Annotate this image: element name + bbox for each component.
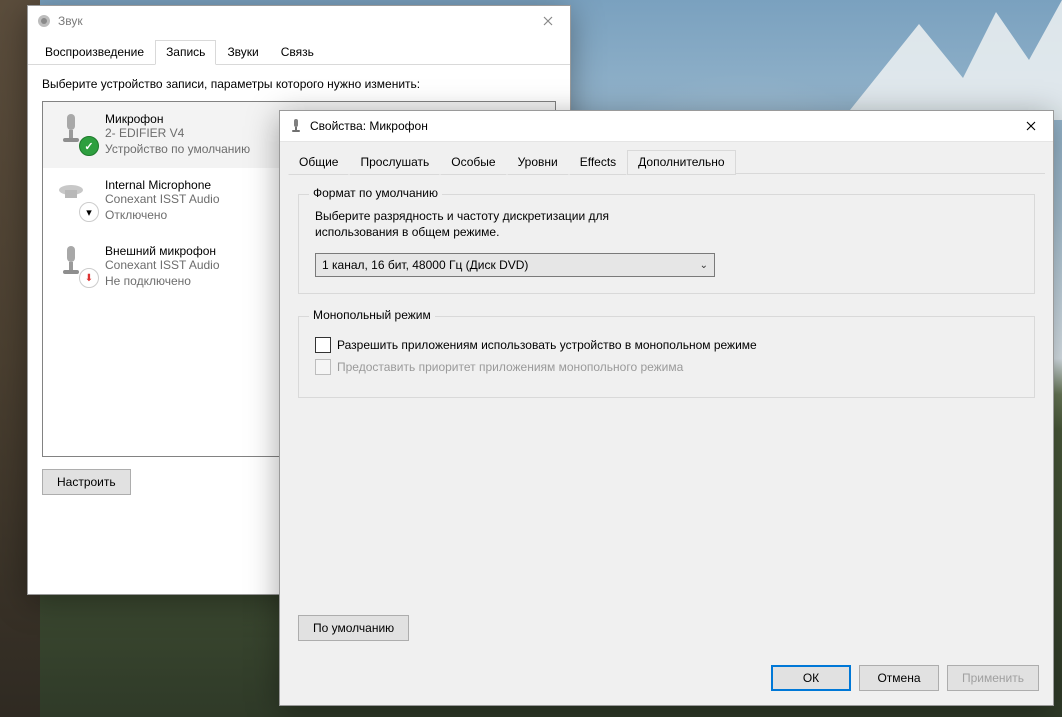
- format-desc: Выберите разрядность и частоту дискретиз…: [315, 209, 1018, 223]
- down-arrow-icon: [79, 202, 99, 222]
- tab-effects[interactable]: Effects: [569, 150, 627, 175]
- speaker-icon: [36, 13, 52, 29]
- device-status: Не подключено: [105, 274, 220, 290]
- tab-playback[interactable]: Воспроизведение: [34, 40, 155, 65]
- tab-listen[interactable]: Прослушать: [349, 150, 440, 175]
- tab-levels[interactable]: Уровни: [507, 150, 569, 175]
- unplugged-icon: [79, 268, 99, 288]
- close-icon[interactable]: [1008, 112, 1053, 141]
- checkbox-row-allow-exclusive[interactable]: Разрешить приложениям использовать устро…: [315, 337, 1018, 353]
- chevron-down-icon: ⌄: [700, 260, 708, 271]
- microphone-icon: [55, 112, 97, 154]
- properties-titlebar[interactable]: Свойства: Микрофон: [280, 111, 1053, 142]
- microphone-icon: [55, 244, 97, 286]
- checkbox-icon: [315, 359, 331, 375]
- ok-button[interactable]: ОК: [771, 665, 851, 691]
- tab-recording[interactable]: Запись: [155, 40, 216, 65]
- restore-defaults-button[interactable]: По умолчанию: [298, 615, 409, 641]
- group-title: Формат по умолчанию: [309, 186, 442, 200]
- device-status: Устройство по умолчанию: [105, 142, 250, 158]
- microphone-icon: [55, 178, 97, 220]
- device-driver: 2- EDIFIER V4: [105, 126, 250, 142]
- dialog-button-row: ОК Отмена Применить: [771, 665, 1039, 691]
- device-name: Internal Microphone: [105, 178, 220, 192]
- device-name: Внешний микрофон: [105, 244, 220, 258]
- format-selected-value: 1 канал, 16 бит, 48000 Гц (Диск DVD): [322, 258, 528, 272]
- format-desc: использования в общем режиме.: [315, 225, 1018, 239]
- device-status: Отключено: [105, 208, 220, 224]
- close-icon[interactable]: [525, 7, 570, 36]
- group-exclusive-mode: Монопольный режим Разрешить приложениям …: [298, 316, 1035, 398]
- checkbox-row-exclusive-priority: Предоставить приоритет приложениям моноп…: [315, 359, 1018, 375]
- tab-communications[interactable]: Связь: [270, 40, 325, 65]
- sound-titlebar[interactable]: Звук: [28, 6, 570, 36]
- tab-advanced[interactable]: Дополнительно: [627, 150, 735, 175]
- format-select[interactable]: 1 канал, 16 бит, 48000 Гц (Диск DVD) ⌄: [315, 253, 715, 277]
- checkbox-label: Разрешить приложениям использовать устро…: [337, 338, 757, 352]
- sound-tabstrip: Воспроизведение Запись Звуки Связь: [28, 36, 570, 65]
- device-driver: Conexant ISST Audio: [105, 192, 220, 208]
- tab-sounds[interactable]: Звуки: [216, 40, 269, 65]
- group-title: Монопольный режим: [309, 308, 435, 322]
- device-name: Микрофон: [105, 112, 250, 126]
- checkbox-label: Предоставить приоритет приложениям моноп…: [337, 360, 683, 374]
- apply-button[interactable]: Применить: [947, 665, 1039, 691]
- properties-window-title: Свойства: Микрофон: [310, 119, 428, 133]
- cancel-button[interactable]: Отмена: [859, 665, 939, 691]
- check-icon: [79, 136, 99, 156]
- sound-window-title: Звук: [58, 14, 83, 28]
- microphone-icon: [288, 118, 304, 134]
- properties-tabstrip: Общие Прослушать Особые Уровни Effects Д…: [280, 142, 1053, 174]
- device-driver: Conexant ISST Audio: [105, 258, 220, 274]
- tab-custom[interactable]: Особые: [440, 150, 506, 175]
- group-default-format: Формат по умолчанию Выберите разрядность…: [298, 194, 1035, 294]
- configure-button[interactable]: Настроить: [42, 469, 131, 495]
- properties-window: Свойства: Микрофон Общие Прослушать Особ…: [279, 110, 1054, 706]
- instruction-text: Выберите устройство записи, параметры ко…: [42, 77, 556, 91]
- tab-general[interactable]: Общие: [288, 150, 349, 175]
- checkbox-icon[interactable]: [315, 337, 331, 353]
